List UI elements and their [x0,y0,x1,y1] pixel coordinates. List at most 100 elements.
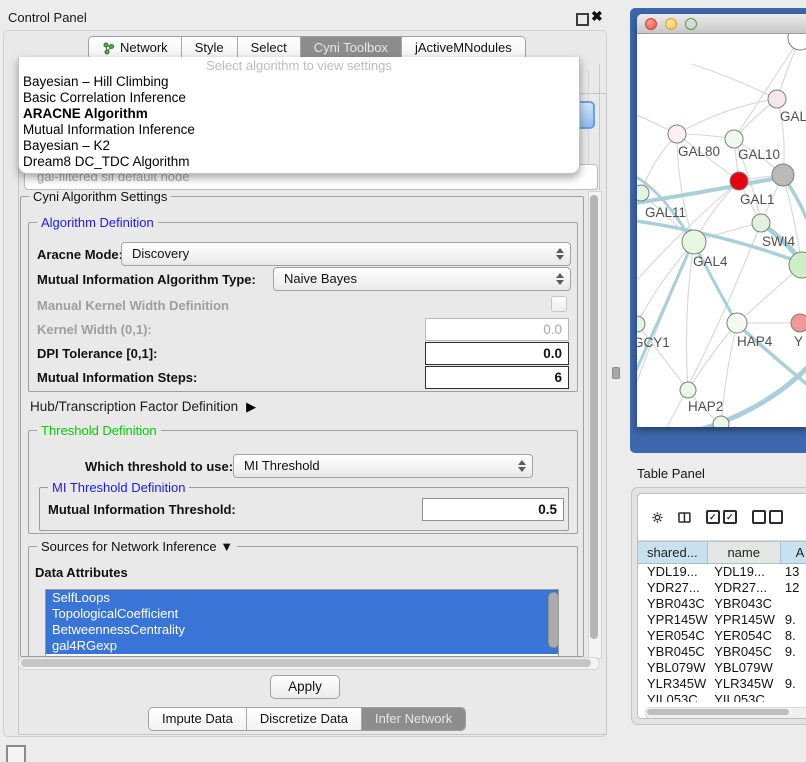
column-header-shared[interactable]: shared... [638,542,708,563]
collapse-arrow-icon[interactable]: ▼ [220,539,233,554]
gear-icon[interactable] [652,509,663,526]
network-edge[interactable] [637,242,694,324]
settings-vertical-scrollbar[interactable] [588,191,602,659]
tab-network[interactable]: Network [89,37,181,59]
table-horizontal-scrollbar[interactable] [645,707,806,719]
hub-transcription-section-header[interactable]: Hub/Transcription Factor Definition ▶ [30,399,256,415]
network-edge[interactable] [721,323,737,424]
tab-style[interactable]: Style [181,37,237,59]
table-row[interactable]: YBR043CYBR043C [638,596,806,612]
network-node-gcy1[interactable] [637,316,645,332]
algorithm-option-bayesian-k2[interactable]: Bayesian – K2 [19,138,579,154]
attributes-list-scrollbar[interactable] [548,592,557,652]
algorithm-option-dream8-dc-tdc-algorithm[interactable]: Dream8 DC_TDC Algorithm [19,154,579,170]
hub-transcription-label: Hub/Transcription Factor Definition [30,399,238,414]
column-header-a[interactable]: A [781,542,806,563]
network-node-gal80[interactable] [668,125,686,143]
table-row[interactable]: YER054CYER054C8. [638,628,806,644]
table-row[interactable]: YPR145WYPR145W9. [638,612,806,628]
network-canvas[interactable]: GALGAL80GAL10GAL1GAL11SWI4GAL4HAP4YGCY1H… [637,34,806,427]
network-node-hap2[interactable] [680,382,696,398]
float-panel-icon[interactable] [576,13,589,26]
aracne-mode-combobox[interactable]: Discovery [121,242,571,266]
algorithm-option-mutual-information-inference[interactable]: Mutual Information Inference [19,122,579,138]
table-row[interactable]: YDL19...YDL19...13 [638,564,806,580]
tab-infer-network[interactable]: Infer Network [361,708,465,730]
split-columns-icon[interactable] [678,509,691,526]
table-cell: YBL079W [710,660,781,676]
network-node-swi4[interactable] [752,214,770,232]
mi-type-combobox[interactable]: Naive Bayes [273,267,571,291]
zoom-window-icon[interactable] [685,18,697,30]
network-edge-highlighted[interactable] [637,244,692,386]
close-panel-icon[interactable]: ✖ [591,7,603,25]
algorithm-option-bayesian-hill-climbing[interactable]: Bayesian – Hill Climbing [19,74,579,90]
network-node-gal[interactable] [768,90,786,108]
algorithm-dropdown-popup: Select algorithm to view settings Bayesi… [18,57,580,174]
which-threshold-combobox[interactable]: MI Threshold [233,454,533,478]
tab-impute-data[interactable]: Impute Data [149,708,246,730]
close-window-icon[interactable] [645,18,657,30]
tab-select[interactable]: Select [237,37,300,59]
table-cell: YIL053C [710,692,781,702]
tab-label: Impute Data [162,708,233,730]
tab-cyni-toolbox[interactable]: Cyni Toolbox [300,37,401,59]
kernel-width-field[interactable]: 0.0 [425,318,569,341]
table-cell: YBL079W [638,660,710,676]
network-node[interactable] [713,416,729,427]
network-view-frame[interactable]: GALGAL80GAL10GAL1GAL11SWI4GAL4HAP4YGCY1H… [630,8,806,453]
split-pane-grip[interactable] [612,367,620,379]
check-all-icon[interactable]: ✓✓ [706,510,737,524]
attribute-item-selfloops[interactable]: SelfLoops [46,590,558,606]
algorithm-option-basic-correlation-inference[interactable]: Basic Correlation Inference [19,90,579,106]
network-node-gal4[interactable] [682,230,706,254]
network-edge[interactable] [677,99,777,134]
network-node-gal10[interactable] [725,130,743,148]
settings-hscrollbar-thumb[interactable] [21,659,591,667]
apply-button[interactable]: Apply [270,675,340,699]
network-node-hap4[interactable] [727,313,747,333]
docked-panel-icon[interactable] [6,745,26,762]
table-row[interactable]: YDR27...YDR27...12 [638,580,806,596]
sources-group: Sources for Network Inference ▼ Data Att… [28,546,578,659]
mi-threshold-field[interactable]: 0.5 [422,498,564,521]
table-row[interactable]: YBR045CYBR045C9. [638,644,806,660]
settings-horizontal-scrollbar[interactable] [18,657,600,670]
manual-kernel-checkbox[interactable] [551,296,567,312]
network-node-gal1[interactable] [730,172,748,190]
tab-label: Select [251,37,287,59]
network-node[interactable] [788,34,806,50]
minimize-window-icon[interactable] [665,18,677,30]
table-row[interactable]: YIL053CYIL053C [638,692,806,702]
network-graph[interactable]: GALGAL80GAL10GAL1GAL11SWI4GAL4HAP4YGCY1H… [637,34,806,427]
network-node[interactable] [772,164,794,186]
settings-vscrollbar-thumb[interactable] [590,195,598,639]
network-edge[interactable] [637,324,688,390]
attribute-item-gal4rgexp[interactable]: gal4RGexp [46,638,558,654]
application-window: Control Panel ✖ NetworkStyle Select Cyni T… [0,0,806,762]
network-edge[interactable] [637,242,694,404]
uncheck-all-icon[interactable] [752,510,783,524]
network-node-y[interactable] [791,314,806,332]
attributes-scrollbar-thumb[interactable] [548,592,559,648]
mi-threshold-definition-title: MI Threshold Definition [48,480,189,495]
network-node-label: GCY1 [637,335,670,350]
table-row[interactable]: YBL079WYBL079W [638,660,806,676]
mi-steps-field[interactable]: 6 [425,366,569,389]
table-hscrollbar-thumb[interactable] [647,709,789,715]
dpi-tolerance-field[interactable]: 0.0 [425,342,569,365]
expand-arrow-icon[interactable]: ▶ [246,399,256,414]
algorithm-dropdown-placeholder: Select algorithm to view settings [19,57,579,74]
control-panel-title: Control Panel [8,10,87,25]
tab-jactivemnodules[interactable]: jActiveMNodules [401,37,525,59]
algorithm-definition-title: Algorithm Definition [37,215,158,230]
table-row[interactable]: YLR345WYLR345W9. [638,676,806,692]
attribute-item-betweennesscentrality[interactable]: BetweennessCentrality [46,622,558,638]
algorithm-option-aracne-algorithm[interactable]: ARACNE Algorithm [19,106,579,122]
column-header-name[interactable]: name [708,542,781,563]
network-node-gal11[interactable] [637,185,649,201]
attribute-item-topologicalcoefficient[interactable]: TopologicalCoefficient [46,606,558,622]
data-attributes-list[interactable]: SelfLoopsTopologicalCoefficientBetweenne… [45,589,559,657]
network-window-titlebar[interactable] [637,14,806,34]
tab-discretize-data[interactable]: Discretize Data [246,708,361,730]
